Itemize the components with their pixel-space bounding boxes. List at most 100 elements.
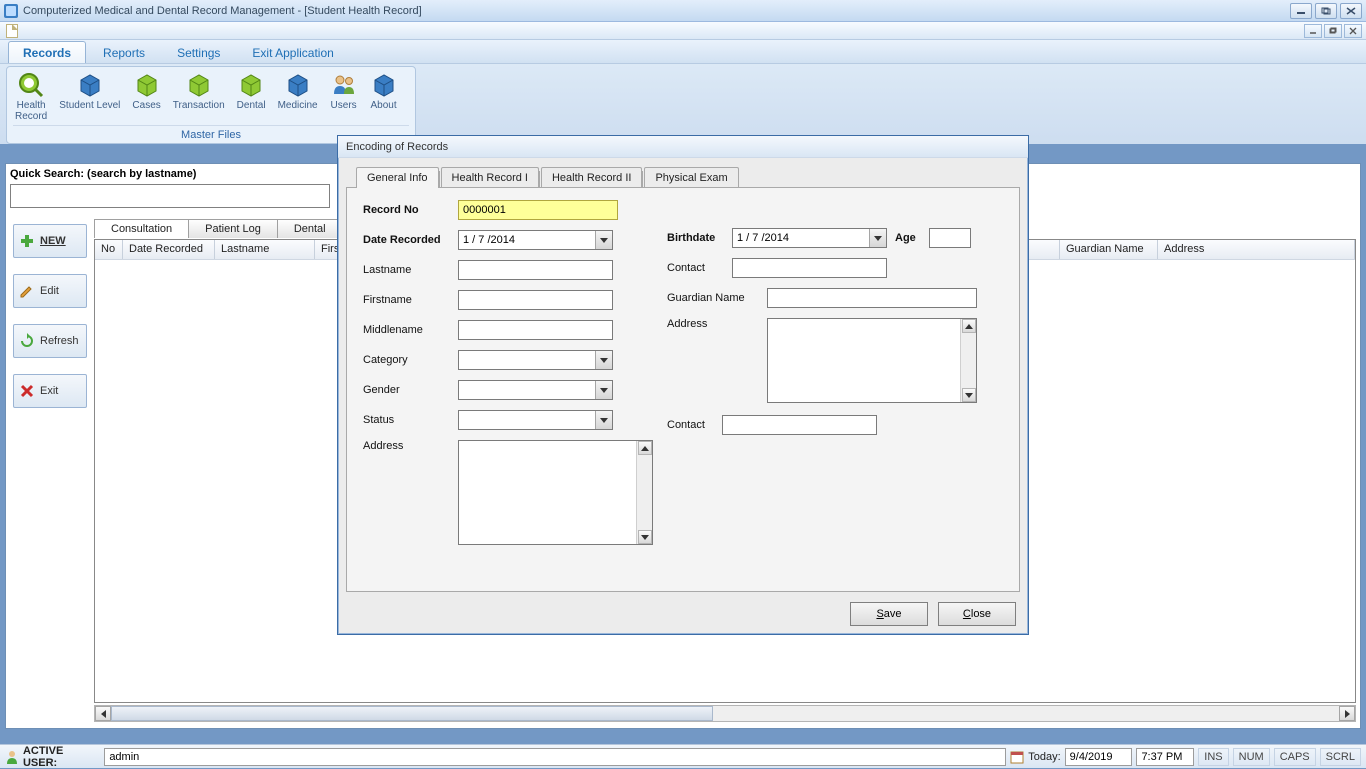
tab-physical-exam[interactable]: Physical Exam xyxy=(644,167,738,188)
scroll-up-icon[interactable] xyxy=(638,441,652,455)
lbl-record-no: Record No xyxy=(363,204,458,216)
exit-button-label: Exit xyxy=(40,385,58,397)
scroll-down-icon[interactable] xyxy=(962,388,976,402)
tab-consultation[interactable]: Consultation xyxy=(94,219,189,238)
lbl-address: Address xyxy=(363,440,458,452)
col-date-recorded[interactable]: Date Recorded xyxy=(123,240,215,259)
ribbon-cases[interactable]: Cases xyxy=(130,71,162,122)
ribbon-container: Health Record Student Level Cases Transa… xyxy=(0,64,1366,144)
scroll-track[interactable] xyxy=(111,706,1339,721)
pencil-icon xyxy=(19,283,35,299)
lbl-lastname: Lastname xyxy=(363,264,458,276)
scroll-thumb[interactable] xyxy=(111,706,713,721)
exit-button[interactable]: Exit xyxy=(13,374,87,408)
status-field[interactable] xyxy=(458,410,613,430)
contact-field[interactable] xyxy=(732,258,887,278)
guardian-contact-field[interactable] xyxy=(722,415,877,435)
ribbon-label: Student Level xyxy=(59,101,120,112)
col-guardian-name[interactable]: Guardian Name xyxy=(1060,240,1158,259)
horizontal-scrollbar[interactable] xyxy=(94,705,1356,722)
ribbon-label: Medicine xyxy=(278,101,318,112)
menu-exit-application[interactable]: Exit Application xyxy=(237,41,348,63)
ribbon-group-master-files: Health Record Student Level Cases Transa… xyxy=(6,66,416,144)
window-minimize-button[interactable] xyxy=(1290,3,1312,19)
window-close-button[interactable] xyxy=(1340,3,1362,19)
dropdown-icon[interactable] xyxy=(595,411,612,429)
scroll-down-icon[interactable] xyxy=(638,530,652,544)
scroll-up-icon[interactable] xyxy=(962,319,976,333)
guardian-address-field[interactable] xyxy=(767,318,977,403)
textarea-scrollbar[interactable] xyxy=(960,319,976,402)
close-button[interactable]: Close xyxy=(938,602,1016,626)
dropdown-icon[interactable] xyxy=(595,381,612,399)
col-address2[interactable]: Address xyxy=(1158,240,1355,259)
status-scrl: SCRL xyxy=(1320,748,1361,766)
category-field[interactable] xyxy=(458,350,613,370)
textarea-scrollbar[interactable] xyxy=(636,441,652,544)
ribbon-medicine[interactable]: Medicine xyxy=(276,71,320,122)
dropdown-icon[interactable] xyxy=(595,231,612,249)
ribbon-student-level[interactable]: Student Level xyxy=(57,71,122,122)
edit-button[interactable]: Edit xyxy=(13,274,87,308)
refresh-button-label: Refresh xyxy=(40,335,79,347)
new-button[interactable]: NEW xyxy=(13,224,87,258)
record-tabs: Consultation Patient Log Dental xyxy=(94,219,342,238)
refresh-button[interactable]: Refresh xyxy=(13,324,87,358)
ribbon-label: About xyxy=(371,101,397,112)
box-icon xyxy=(237,71,265,99)
mdi-minimize-button[interactable] xyxy=(1304,24,1322,38)
save-button[interactable]: Save xyxy=(850,602,928,626)
dropdown-icon[interactable] xyxy=(869,229,886,247)
window-restore-button[interactable] xyxy=(1315,3,1337,19)
lbl-birthdate: Birthdate xyxy=(667,232,732,244)
status-bar: ACTIVE USER: admin Today: 9/4/2019 7:37 … xyxy=(0,744,1366,768)
menu-settings[interactable]: Settings xyxy=(162,41,235,63)
document-toolbar xyxy=(0,22,1366,40)
ribbon-users[interactable]: Users xyxy=(328,71,360,122)
tab-dental[interactable]: Dental xyxy=(277,219,343,238)
lastname-field[interactable] xyxy=(458,260,613,280)
dialog-panel: Record No Date Recorded 1 / 7 /2014 Last… xyxy=(346,187,1020,592)
document-icon xyxy=(6,24,18,38)
guardian-name-field[interactable] xyxy=(767,288,977,308)
address-field[interactable] xyxy=(458,440,653,545)
tab-health-record-2[interactable]: Health Record II xyxy=(541,167,642,188)
menu-records[interactable]: Records xyxy=(8,41,86,63)
box-icon xyxy=(133,71,161,99)
app-icon xyxy=(4,4,18,18)
status-ins: INS xyxy=(1198,748,1228,766)
status-num: NUM xyxy=(1233,748,1270,766)
time-value: 7:37 PM xyxy=(1136,748,1194,766)
menu-reports[interactable]: Reports xyxy=(88,41,160,63)
tab-general-info[interactable]: General Info xyxy=(356,167,439,188)
mdi-restore-button[interactable] xyxy=(1324,24,1342,38)
record-no-field[interactable] xyxy=(458,200,618,220)
age-field[interactable] xyxy=(929,228,971,248)
tab-health-record-1[interactable]: Health Record I xyxy=(441,167,539,188)
scroll-right-button[interactable] xyxy=(1339,706,1355,721)
ribbon-about[interactable]: About xyxy=(368,71,400,122)
ribbon-dental[interactable]: Dental xyxy=(235,71,268,122)
gender-field[interactable] xyxy=(458,380,613,400)
close-button-label-rest: lose xyxy=(971,608,991,620)
window-title: Computerized Medical and Dental Record M… xyxy=(23,5,422,17)
dropdown-icon[interactable] xyxy=(595,351,612,369)
col-lastname[interactable]: Lastname xyxy=(215,240,315,259)
col-no[interactable]: No xyxy=(95,240,123,259)
date-recorded-field[interactable]: 1 / 7 /2014 xyxy=(458,230,613,250)
box-icon xyxy=(76,71,104,99)
lbl-contact: Contact xyxy=(667,262,732,274)
quick-search-input[interactable] xyxy=(10,184,330,208)
lbl-status: Status xyxy=(363,414,458,426)
firstname-field[interactable] xyxy=(458,290,613,310)
mdi-close-button[interactable] xyxy=(1344,24,1362,38)
middlename-field[interactable] xyxy=(458,320,613,340)
tab-patient-log[interactable]: Patient Log xyxy=(188,219,278,238)
today-label: Today: xyxy=(1028,751,1060,763)
user-icon xyxy=(5,750,19,764)
ribbon-health-record[interactable]: Health Record xyxy=(13,71,49,122)
ribbon-transaction[interactable]: Transaction xyxy=(171,71,227,122)
scroll-left-button[interactable] xyxy=(95,706,111,721)
birthdate-field[interactable]: 1 / 7 /2014 xyxy=(732,228,887,248)
save-button-label-rest: ave xyxy=(884,608,902,620)
